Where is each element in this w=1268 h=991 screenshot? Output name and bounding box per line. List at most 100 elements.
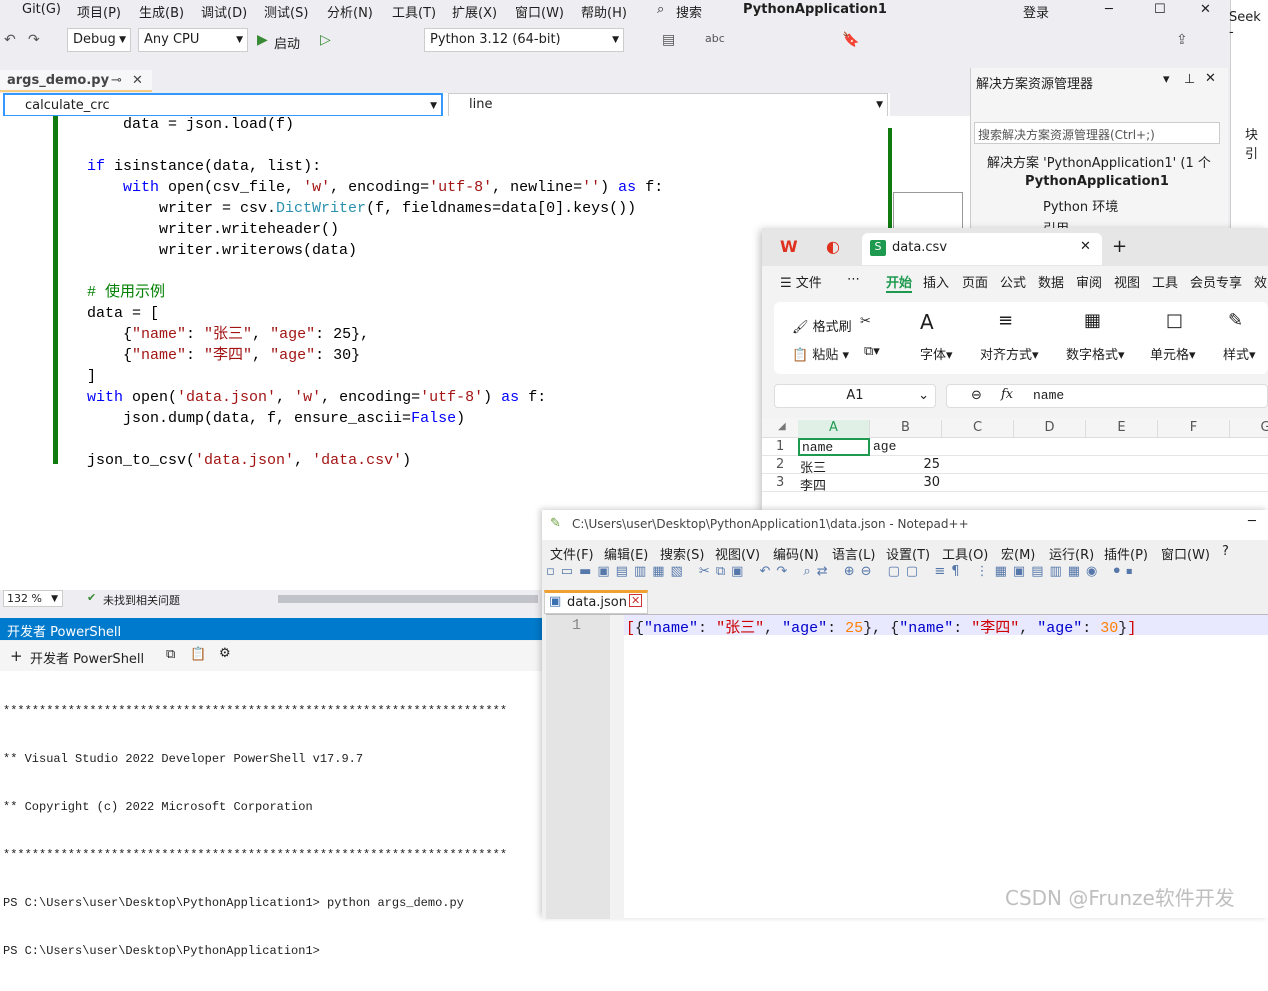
interpreter-combo[interactable]: Python 3.12 (64-bit) ▼ [424, 28, 624, 52]
menu-git[interactable]: Git(G) [22, 2, 61, 17]
horizontal-scrollbar[interactable] [278, 595, 538, 603]
npp-menu-view[interactable]: 视图(V) [715, 544, 760, 563]
pin-icon[interactable]: ⊥ [1184, 72, 1195, 87]
npp-menu-tools[interactable]: 工具(O) [942, 544, 988, 563]
cell-a1[interactable]: name [798, 438, 870, 456]
bookmark-icon[interactable]: 🔖 [842, 32, 859, 48]
menu-help[interactable]: 帮助(H) [581, 2, 627, 21]
npp-menu-window[interactable]: 窗口(W) [1161, 544, 1210, 563]
tab-close-icon[interactable]: ✕ [1080, 239, 1091, 254]
redo-icon[interactable]: ↷ [28, 32, 40, 48]
cut-icon[interactable]: ✂ [860, 314, 871, 329]
menu-debug[interactable]: 调试(D) [201, 2, 247, 21]
code-line[interactable]: with open(csv_file, 'w', encoding='utf-8… [42, 177, 663, 198]
col-header-d[interactable]: D [1014, 420, 1086, 438]
npp-menu-encoding[interactable]: 编码(N) [773, 544, 819, 563]
col-header-b[interactable]: B [870, 420, 942, 438]
start-button[interactable]: 启动 [274, 33, 300, 52]
python-env-node[interactable]: Python 环境 [1043, 196, 1118, 215]
layout-icon[interactable]: ▤ [662, 32, 675, 48]
json-content[interactable]: [{"name": "张三", "age": 25}, {"name": "李四… [626, 616, 1136, 637]
npp-menu-settings[interactable]: 设置(T) [886, 544, 930, 563]
undo-icon[interactable]: ↶ [4, 32, 16, 48]
menu-analyze[interactable]: 分析(N) [327, 2, 373, 21]
spellcheck-icon[interactable]: abc [705, 32, 725, 45]
project-node[interactable]: PythonApplication1 [1025, 174, 1169, 189]
npp-menu-file[interactable]: 文件(F) [550, 544, 594, 563]
fx-icon[interactable]: fx [1001, 387, 1013, 402]
close-icon[interactable]: ✕ [1200, 2, 1211, 17]
zoom-combo[interactable]: 132 % ▼ [3, 590, 63, 607]
format-painter-button[interactable]: 🖌 格式刷 [792, 316, 852, 335]
font-button[interactable]: 字体▾ [920, 344, 953, 363]
align-button[interactable]: 对齐方式▾ [980, 344, 1039, 363]
pdf-icon[interactable]: ◐ [826, 237, 840, 256]
npp-menu-macro[interactable]: 宏(M) [1001, 544, 1035, 563]
login-link[interactable]: 登录 [1023, 2, 1049, 21]
solution-search-input[interactable]: 搜索解决方案资源管理器(Ctrl+;) [974, 122, 1220, 144]
col-header-a[interactable]: A [798, 420, 870, 438]
name-box[interactable]: A1 ⌄ [774, 384, 936, 408]
cell-b2[interactable]: 25 [870, 457, 940, 472]
cell-button[interactable]: 单元格▾ [1150, 344, 1196, 363]
menu-window[interactable]: 窗口(W) [515, 2, 564, 21]
new-tab-icon[interactable]: + [1112, 236, 1127, 257]
npp-menu-run[interactable]: 运行(R) [1049, 544, 1094, 563]
menu-data[interactable]: 数据 [1038, 272, 1064, 291]
col-header-c[interactable]: C [942, 420, 1014, 438]
npp-editor[interactable]: 1 [{"name": "张三", "age": 25}, {"name": "… [546, 614, 1268, 919]
member-combo[interactable]: calculate_crc ▼ [3, 93, 443, 117]
menu-formula[interactable]: 公式 [1000, 272, 1026, 291]
code-line[interactable] [42, 261, 87, 282]
document-tab[interactable]: args_demo.py ⊸ ✕ [0, 70, 152, 92]
tab-close-icon[interactable]: ✕ [132, 73, 143, 88]
code-line[interactable]: if isinstance(data, list): [42, 156, 321, 177]
menu-insert[interactable]: 插入 [923, 272, 949, 291]
formula-bar[interactable]: ⊖ fx name [946, 384, 1268, 408]
code-line[interactable]: json.dump(data, f, ensure_ascii=False) [42, 408, 465, 429]
npp-menu-help[interactable]: ? [1222, 544, 1229, 559]
play-icon[interactable]: ▶ [257, 32, 268, 48]
maximize-icon[interactable]: ☐ [1154, 2, 1166, 17]
tab-close-icon[interactable]: ✕ [629, 594, 643, 607]
menu-view[interactable]: 视图 [1114, 272, 1140, 291]
menu-build[interactable]: 生成(B) [139, 2, 184, 21]
new-powershell-button[interactable]: 开发者 PowerShell [30, 648, 144, 667]
code-line[interactable]: writer.writerows(data) [42, 240, 357, 261]
issues-status[interactable]: 未找到相关问题 [103, 592, 180, 608]
chevron-down-icon[interactable]: ▾ [1163, 72, 1170, 87]
settings-icon[interactable]: ⚙ [219, 646, 231, 661]
menu-home[interactable]: 开始 [886, 272, 913, 293]
code-line[interactable]: writer.writeheader() [42, 219, 339, 240]
menu-member[interactable]: 会员专享 [1190, 272, 1242, 291]
more-icon[interactable]: ⋯ [847, 272, 860, 287]
add-icon[interactable]: + [10, 647, 23, 665]
spreadsheet-grid[interactable]: ◢ A B C D E F G 1 name age 2 张三 25 3 李四 … [762, 418, 1268, 510]
minimize-icon[interactable]: ─ [1248, 514, 1256, 529]
col-header-f[interactable]: F [1158, 420, 1230, 438]
code-line[interactable]: {"name": "李四", "age": 30} [42, 345, 360, 366]
code-line[interactable]: data = [ [42, 303, 159, 324]
menu-review[interactable]: 审阅 [1076, 272, 1102, 291]
menu-extensions[interactable]: 扩展(X) [452, 2, 497, 21]
code-line[interactable]: {"name": "张三", "age": 25}, [42, 324, 369, 345]
wps-tab[interactable]: S data.csv ✕ [862, 233, 1102, 265]
formula-content[interactable]: name [1033, 388, 1064, 403]
solution-node[interactable]: 解决方案 'PythonApplication1' (1 个 [987, 152, 1211, 171]
menu-file[interactable]: ☰ 文件 [780, 272, 822, 291]
powershell-console[interactable]: ****************************************… [0, 671, 545, 958]
scope-combo[interactable]: line ▼ [448, 93, 888, 117]
number-format-button[interactable]: 数字格式▾ [1066, 344, 1125, 363]
row-number[interactable]: 3 [776, 475, 784, 490]
code-line[interactable]: data = json.load(f) [42, 116, 294, 135]
row-number[interactable]: 2 [776, 457, 784, 472]
npp-menu-plugins[interactable]: 插件(P) [1104, 544, 1148, 563]
config-combo[interactable]: Debug ▼ [67, 28, 131, 52]
menu-tools[interactable]: 工具 [1152, 272, 1178, 291]
search-label[interactable]: 搜索 [676, 2, 702, 21]
copy-icon[interactable]: ⧉ [166, 647, 175, 662]
share-icon[interactable]: ⇪ [1176, 32, 1188, 48]
col-header-e[interactable]: E [1086, 420, 1158, 438]
npp-menu-language[interactable]: 语言(L) [832, 544, 875, 563]
menu-tools[interactable]: 工具(T) [392, 2, 436, 21]
